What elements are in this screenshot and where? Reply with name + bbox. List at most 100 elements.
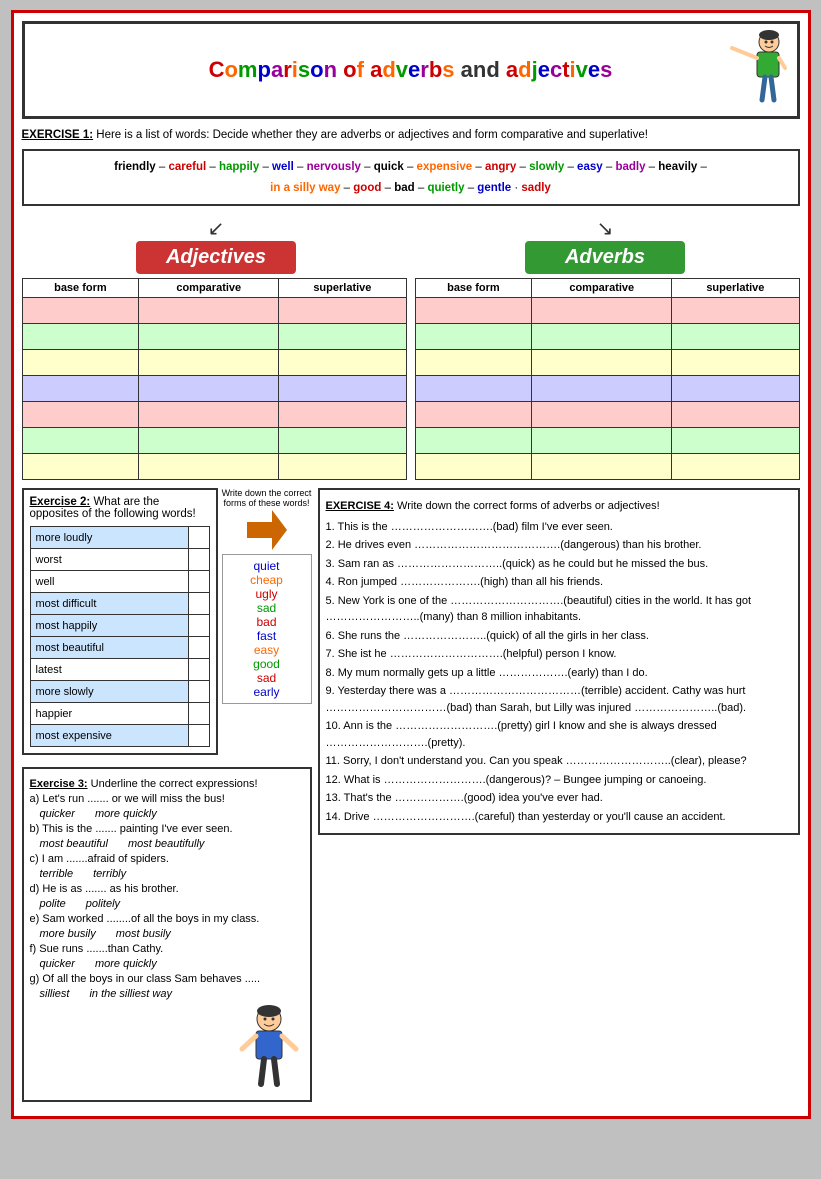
exercise2-title: Exercise 2: What are the opposites of th… — [30, 496, 210, 520]
word-list-vertical: quiet cheap ugly sad bad fast easy good … — [222, 554, 312, 704]
choice-item: most busily — [116, 928, 171, 940]
ex3-item-e: e) Sam worked ........of all the boys in… — [30, 913, 304, 925]
adjectives-table-section: base form comparative superlative — [22, 278, 407, 480]
character-illustration — [727, 30, 787, 110]
adverbs-table-section: base form comparative superlative — [415, 278, 800, 480]
answer-cell — [189, 703, 209, 725]
title-box: Comparison of adverbs and adjectives — [22, 21, 800, 119]
choice-item: quicker — [40, 808, 75, 820]
answer-cell — [189, 549, 209, 571]
ex4-item-3: 3. Sam ran as ………………………..(quick) as he c… — [326, 556, 792, 573]
word-cell: well — [30, 571, 189, 593]
ex4-item-1: 1. This is the ……………………….(bad) film I've… — [326, 519, 792, 536]
word-list-box: friendly – careful – happily – well – ne… — [22, 149, 800, 206]
word-cell: most beautiful — [30, 637, 189, 659]
adjectives-header: Adjectives — [136, 241, 296, 274]
word-cell: more loudly — [30, 527, 189, 549]
ex4-item-12: 12. What is ……………………….(dangerous)? – Bun… — [326, 772, 792, 789]
page: Comparison of adverbs and adjectives — [11, 10, 811, 1119]
answer-cell — [189, 725, 209, 747]
adv-superlative-header: superlative — [672, 279, 799, 298]
tables-section: base form comparative superlative base f… — [22, 278, 800, 480]
arrow-icon — [247, 510, 287, 550]
word-item: quiet — [227, 559, 307, 573]
table-row: happier — [30, 703, 209, 725]
choice-item: politely — [86, 898, 120, 910]
ex4-item-9: 9. Yesterday there was a ………………………………(te… — [326, 683, 792, 716]
adjectives-table: base form comparative superlative — [22, 278, 407, 480]
adv-base-header: base form — [415, 279, 532, 298]
table-row: more slowly — [30, 681, 209, 703]
choice-item: more quickly — [95, 958, 157, 970]
word-item: sad — [227, 671, 307, 685]
answer-cell — [189, 571, 209, 593]
answer-cell — [189, 637, 209, 659]
word-item: easy — [227, 643, 307, 657]
choice-item: most beautifully — [128, 838, 204, 850]
ex3-choices-e: more busily most busily — [30, 928, 304, 940]
exercise4-title: EXERCISE 4: Write down the correct forms… — [326, 498, 792, 515]
exercise4-area: EXERCISE 4: Write down the correct forms… — [318, 488, 800, 1108]
ex4-item-8: 8. My mum normally gets up a little …………… — [326, 665, 792, 682]
ex4-item-6: 6. She runs the …………………..(quick) of all … — [326, 628, 792, 645]
table-row: well — [30, 571, 209, 593]
word-cell: happier — [30, 703, 189, 725]
ex4-item-4: 4. Ron jumped ………………….(high) than all hi… — [326, 574, 792, 591]
ex3-choices-c: terribleterribly — [30, 868, 304, 880]
choice-item: silliest — [40, 988, 70, 1000]
adj-superlative-header: superlative — [279, 279, 406, 298]
word-item: early — [227, 685, 307, 699]
boy-illustration — [234, 1004, 304, 1094]
ex3-choices-f: quickermore quickly — [30, 958, 304, 970]
word-item: cheap — [227, 573, 307, 587]
table-row: more loudly — [30, 527, 209, 549]
table-row: most expensive — [30, 725, 209, 747]
ex3-item-c: c) I am .......afraid of spiders. — [30, 853, 304, 865]
table-row: latest — [30, 659, 209, 681]
adverbs-header: Adverbs — [525, 241, 685, 274]
choice-item: in the silliest way — [89, 988, 172, 1000]
answer-cell — [189, 615, 209, 637]
table-row: most happily — [30, 615, 209, 637]
word-cell: worst — [30, 549, 189, 571]
table-row: most beautiful — [30, 637, 209, 659]
word-item: fast — [227, 629, 307, 643]
choice-item: more quickly — [95, 808, 157, 820]
exercise3-box: Exercise 3: Underline the correct expres… — [22, 767, 312, 1102]
ex3-item-d: d) He is as ....... as his brother. — [30, 883, 304, 895]
exercise3-label: Exercise 3: — [30, 778, 88, 790]
word-item: good — [227, 657, 307, 671]
ex3-choices-a: quicker more quickly — [30, 808, 304, 820]
ex4-item-2: 2. He drives even ………………………………….(dangero… — [326, 537, 792, 554]
word-item: ugly — [227, 587, 307, 601]
left-lower: Exercise 2: What are the opposites of th… — [22, 488, 312, 1108]
ex4-item-14: 14. Drive ……………………….(careful) than yeste… — [326, 809, 792, 826]
choice-item: more busily — [40, 928, 96, 940]
answer-cell — [189, 527, 209, 549]
adv-comparative-header: comparative — [532, 279, 672, 298]
ex3-choices-b: most beautifulmost beautifully — [30, 838, 304, 850]
exercise4-box: EXERCISE 4: Write down the correct forms… — [318, 488, 800, 835]
word-cell: most happily — [30, 615, 189, 637]
answer-cell — [189, 659, 209, 681]
lower-section: Exercise 2: What are the opposites of th… — [22, 488, 800, 1108]
choice-item: polite — [40, 898, 66, 910]
exercise2-area: Exercise 2: What are the opposites of th… — [22, 488, 218, 761]
ex4-item-5: 5. New York is one of the ………………………….(be… — [326, 593, 792, 626]
ex3-choices-g: silliest in the silliest way — [30, 988, 304, 1000]
exercise2-box: Exercise 2: What are the opposites of th… — [22, 488, 218, 755]
ex4-item-10: 10. Ann is the ……………………….(pretty) girl I… — [326, 718, 792, 751]
choice-item: terribly — [93, 868, 126, 880]
page-title: Comparison of adverbs and adjectives — [209, 57, 613, 83]
middle-words-area: Write down the correct forms of these wo… — [222, 488, 312, 761]
table-row: most difficult — [30, 593, 209, 615]
word-cell: more slowly — [30, 681, 189, 703]
word-item: sad — [227, 601, 307, 615]
ex3-item-b: b) This is the ....... painting I've eve… — [30, 823, 304, 835]
adj-comparative-header: comparative — [139, 279, 279, 298]
answer-cell — [189, 593, 209, 615]
ex3-choices-d: polite politely — [30, 898, 304, 910]
ex3-item-g: g) Of all the boys in our class Sam beha… — [30, 973, 304, 985]
word-cell: latest — [30, 659, 189, 681]
exercise4-label: EXERCISE 4: — [326, 500, 394, 512]
